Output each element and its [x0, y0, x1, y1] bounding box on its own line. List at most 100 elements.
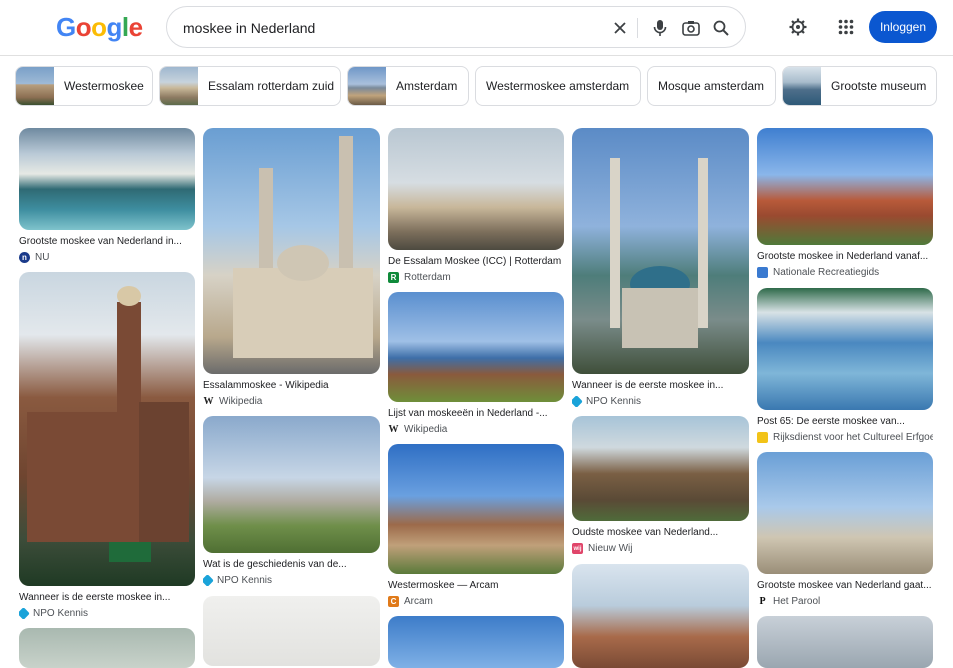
chip-label: Westermoskee: [64, 79, 144, 93]
wikipedia-favicon-icon: W: [203, 396, 214, 407]
result-image[interactable]: [757, 128, 933, 245]
chip-label: Westermoskee amsterdam: [486, 79, 630, 93]
result-source[interactable]: NPO Kennis: [572, 396, 749, 407]
chip-essalam-rotterdam-zuid[interactable]: Essalam rotterdam zuid: [159, 66, 341, 106]
result-title[interactable]: Wat is de geschiedenis van de...: [203, 559, 380, 570]
arcam-favicon-icon: C: [388, 596, 399, 607]
wikipedia-favicon-icon: W: [388, 424, 399, 435]
search-input[interactable]: [183, 18, 603, 38]
search-box[interactable]: [166, 6, 746, 48]
result-image[interactable]: [388, 444, 564, 574]
apps-grid-icon[interactable]: [834, 15, 858, 39]
chip-label: Essalam rotterdam zuid: [208, 79, 335, 93]
result-source[interactable]: C Arcam: [388, 596, 564, 607]
settings-gear-icon[interactable]: [786, 15, 810, 39]
chip-label: Grootste museum: [831, 79, 927, 93]
result-title[interactable]: Wanneer is de eerste moskee in...: [19, 592, 195, 603]
image-result[interactable]: [19, 628, 195, 668]
result-source-label: Het Parool: [773, 596, 821, 607]
result-image[interactable]: [388, 616, 564, 668]
result-source[interactable]: NPO Kennis: [203, 575, 380, 586]
result-source[interactable]: W Wikipedia: [203, 396, 380, 407]
result-title[interactable]: De Essalam Moskee (ICC) | Rotterdam: [388, 256, 564, 267]
image-result[interactable]: [388, 616, 564, 668]
rotterdam-favicon-icon: R: [388, 272, 399, 283]
chip-thumbnail: [16, 67, 54, 105]
result-title[interactable]: Wanneer is de eerste moskee in...: [572, 380, 749, 391]
npo-favicon-icon: [203, 575, 214, 586]
image-result[interactable]: Wanneer is de eerste moskee in... NPO Ke…: [19, 272, 195, 619]
result-source[interactable]: n NU: [19, 252, 195, 263]
result-source-label: NU: [35, 252, 50, 263]
chip-westermoskee-amsterdam[interactable]: Westermoskee amsterdam: [475, 66, 641, 106]
chip-westermoskee[interactable]: Westermoskee: [15, 66, 153, 106]
result-title[interactable]: Grootste moskee van Nederland gaat...: [757, 580, 933, 591]
result-source-label: Rotterdam: [404, 272, 451, 283]
image-result[interactable]: De Essalam Moskee (ICC) | Rotterdam R Rot…: [388, 128, 564, 283]
logo-letter: g: [106, 12, 123, 42]
result-title[interactable]: Grootste moskee van Nederland in...: [19, 236, 195, 247]
result-image[interactable]: [572, 416, 749, 521]
image-result[interactable]: Grootste moskee in Nederland vanaf... Na…: [757, 128, 933, 278]
npo-favicon-icon: [572, 396, 583, 407]
result-image[interactable]: [19, 128, 195, 230]
image-result[interactable]: Wat is de geschiedenis van de... NPO Ken…: [203, 416, 380, 586]
result-source[interactable]: P Het Parool: [757, 596, 933, 607]
logo-letter: o: [91, 12, 107, 42]
image-result[interactable]: Grootste moskee van Nederland gaat... PH…: [757, 452, 933, 607]
image-result[interactable]: Wanneer is de eerste moskee in... NPO Ke…: [572, 128, 749, 407]
image-result[interactable]: [572, 564, 749, 668]
result-source-label: Arcam: [404, 596, 433, 607]
nieuw-wij-favicon-icon: wij: [572, 543, 583, 554]
result-title[interactable]: Essalammoskee - Wikipedia: [203, 380, 380, 391]
result-image[interactable]: [388, 292, 564, 402]
clear-icon[interactable]: [609, 17, 631, 39]
logo-letter: G: [56, 12, 76, 42]
result-source[interactable]: NPO Kennis: [19, 608, 195, 619]
result-image[interactable]: [757, 452, 933, 574]
result-image[interactable]: [572, 128, 749, 374]
result-title[interactable]: Lijst van moskeeën in Nederland -...: [388, 408, 564, 419]
image-result[interactable]: [203, 596, 380, 666]
result-source[interactable]: wij Nieuw Wij: [572, 543, 749, 554]
result-image[interactable]: [388, 128, 564, 250]
result-image[interactable]: [19, 272, 195, 586]
result-image[interactable]: [203, 596, 380, 666]
result-image[interactable]: [203, 416, 380, 553]
result-title[interactable]: Westermoskee — Arcam: [388, 580, 564, 591]
rijksdienst-favicon-icon: [757, 432, 768, 443]
result-source[interactable]: R Rotterdam: [388, 272, 564, 283]
chip-amsterdam[interactable]: Amsterdam: [347, 66, 469, 106]
result-source[interactable]: W Wikipedia: [388, 424, 564, 435]
login-button[interactable]: Inloggen: [869, 11, 937, 43]
result-image[interactable]: [757, 616, 933, 668]
image-result[interactable]: Essalammoskee - Wikipedia W Wikipedia: [203, 128, 380, 407]
result-image[interactable]: [572, 564, 749, 668]
chip-grootste-museum[interactable]: Grootste museum: [782, 66, 937, 106]
image-result[interactable]: Grootste moskee van Nederland in... n NU: [19, 128, 195, 263]
chip-label: Amsterdam: [396, 79, 458, 93]
result-title[interactable]: Post 65: De eerste moskee van...: [757, 416, 933, 427]
result-source[interactable]: Rijksdienst voor het Cultureel Erfgoed: [757, 432, 933, 443]
image-result[interactable]: Oudste moskee van Nederland... wij Nieuw …: [572, 416, 749, 554]
het-parool-favicon-icon: P: [759, 596, 766, 607]
result-source-label: NPO Kennis: [586, 396, 642, 407]
image-result[interactable]: Post 65: De eerste moskee van... Rijksdi…: [757, 288, 933, 443]
result-source-label: NPO Kennis: [33, 608, 89, 619]
chip-thumbnail: [160, 67, 198, 105]
result-title[interactable]: Oudste moskee van Nederland...: [572, 527, 749, 538]
microphone-icon[interactable]: [649, 17, 671, 39]
image-result[interactable]: Westermoskee — Arcam C Arcam: [388, 444, 564, 607]
image-result[interactable]: [757, 616, 933, 668]
search-icon[interactable]: [710, 17, 732, 39]
result-image[interactable]: [757, 288, 933, 410]
result-image[interactable]: [203, 128, 380, 374]
result-source[interactable]: Nationale Recreatiegids: [757, 267, 933, 278]
header: Google Inloggen: [0, 0, 953, 56]
result-title[interactable]: Grootste moskee in Nederland vanaf...: [757, 251, 933, 262]
camera-lens-icon[interactable]: [680, 17, 702, 39]
image-result[interactable]: Lijst van moskeeën in Nederland -... W Wi…: [388, 292, 564, 435]
result-image[interactable]: [19, 628, 195, 668]
google-logo[interactable]: Google: [56, 12, 143, 43]
chip-mosque-amsterdam[interactable]: Mosque amsterdam: [647, 66, 776, 106]
